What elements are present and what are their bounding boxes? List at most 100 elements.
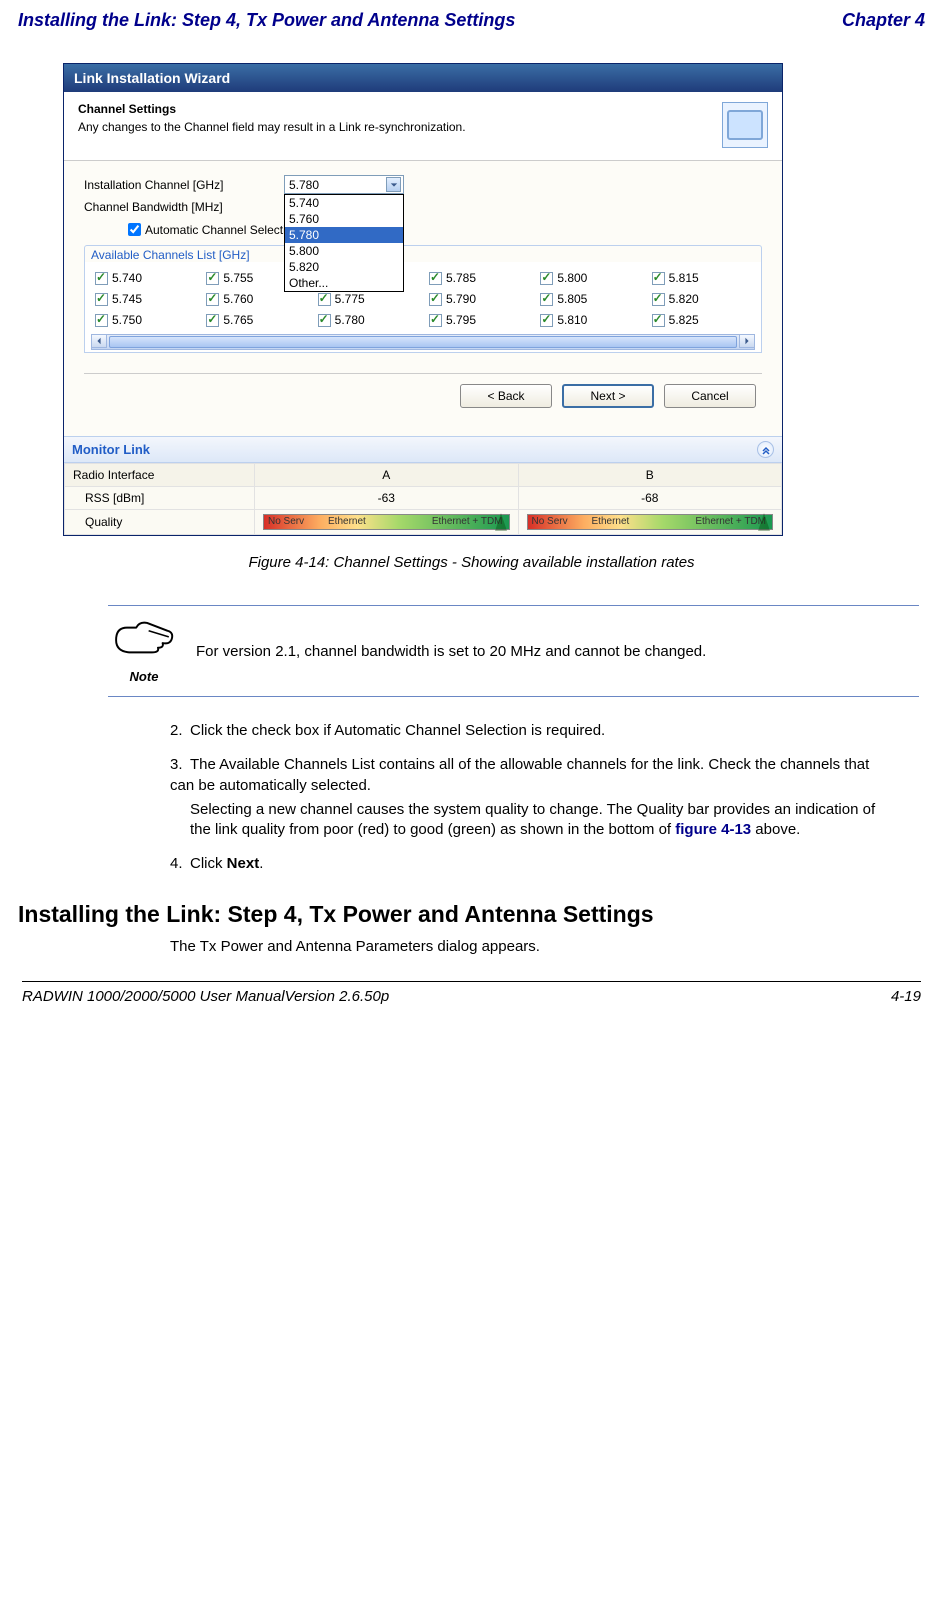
dropdown-option[interactable]: 5.760 [285,211,403,227]
channel-checkbox-input[interactable] [95,314,108,327]
channel-checkbox[interactable]: 5.795 [425,310,532,330]
mon-hd-2: B [518,464,782,487]
quality-indicator-icon [758,513,770,531]
channel-value: 5.795 [446,313,476,327]
channel-value: 5.775 [335,292,365,306]
cancel-button[interactable]: Cancel [664,384,756,408]
channel-checkbox-input[interactable] [429,293,442,306]
dropdown-option[interactable]: 5.780 [285,227,403,243]
figure-reference[interactable]: figure 4-13 [675,821,751,838]
dropdown-option[interactable]: 5.800 [285,243,403,259]
channel-checkbox-input[interactable] [318,293,331,306]
channel-value: 5.800 [557,271,587,285]
channel-checkbox[interactable]: 5.790 [425,289,532,309]
qbar-lbl: No Serv [268,516,304,527]
channels-scrollbar[interactable] [91,334,755,350]
label-install-channel: Installation Channel [GHz] [84,178,284,192]
scroll-right-icon[interactable] [739,334,755,348]
channel-checkbox[interactable]: 5.765 [202,310,309,330]
window-titlebar: Link Installation Wizard [64,64,782,92]
channel-checkbox[interactable]: 5.805 [536,289,643,309]
pointing-hand-icon: Note [108,618,180,684]
channel-value: 5.760 [223,292,253,306]
channel-checkbox-input[interactable] [652,314,665,327]
section-heading: Installing the Link: Step 4, Tx Power an… [18,901,925,928]
available-channels-group: 5.7405.7555.7705.7855.8005.8155.7455.760… [84,262,762,353]
channel-checkbox[interactable]: 5.800 [536,268,643,288]
channel-checkbox[interactable]: 5.750 [91,310,198,330]
dropdown-option[interactable]: 5.740 [285,195,403,211]
step-4-pre: Click [190,855,227,872]
channel-checkbox-input[interactable] [652,293,665,306]
dropdown-option[interactable]: Other... [285,275,403,291]
channel-checkbox[interactable]: 5.815 [648,268,755,288]
collapse-icon[interactable] [757,441,774,458]
channel-checkbox-input[interactable] [95,293,108,306]
banner-subtitle: Any changes to the Channel field may res… [78,120,466,134]
channel-checkbox-input[interactable] [540,293,553,306]
rss-b: -68 [518,487,782,510]
channel-checkbox[interactable]: 5.740 [91,268,198,288]
channel-checkbox[interactable]: 5.785 [425,268,532,288]
label-bandwidth: Channel Bandwidth [MHz] [84,200,284,214]
qbar-lbl: No Serv [532,516,568,527]
available-channels-label: Available Channels List [GHz] [84,245,762,262]
channel-value: 5.815 [669,271,699,285]
next-button[interactable]: Next > [562,384,654,408]
step-4: 4.Click Next. [170,854,895,874]
step-3: 3.The Available Channels List contains a… [170,755,895,840]
mon-hd-1: A [255,464,519,487]
channel-value: 5.765 [223,313,253,327]
channel-value: 5.825 [669,313,699,327]
install-channel-value: 5.780 [289,178,319,192]
channel-checkbox[interactable]: 5.810 [536,310,643,330]
channel-checkbox[interactable]: 5.825 [648,310,755,330]
channel-checkbox[interactable]: 5.775 [314,289,421,309]
step-2-text: Click the check box if Automatic Channel… [190,722,605,739]
channel-checkbox-input[interactable] [95,272,108,285]
monitor-link-header[interactable]: Monitor Link [64,436,782,463]
quality-bar-b: No Serv Ethernet Ethernet + TDM [527,514,774,530]
note-text: For version 2.1, channel bandwidth is se… [196,643,706,660]
chevron-down-icon[interactable] [386,177,401,192]
channel-checkbox-input[interactable] [652,272,665,285]
install-channel-combo[interactable]: 5.780 [284,175,404,194]
channel-checkbox-input[interactable] [206,314,219,327]
channel-checkbox[interactable]: 5.745 [91,289,198,309]
channel-value: 5.820 [669,292,699,306]
note-label: Note [108,669,180,684]
monitor-icon [722,102,768,148]
channel-checkbox[interactable]: 5.780 [314,310,421,330]
channel-value: 5.755 [223,271,253,285]
channel-checkbox[interactable]: 5.820 [648,289,755,309]
step-4-bold: Next [227,855,260,872]
channel-checkbox-input[interactable] [429,314,442,327]
auto-channel-checkbox[interactable] [128,223,141,236]
channel-checkbox-input[interactable] [540,272,553,285]
step-3-text: The Available Channels List contains all… [170,756,869,793]
channel-checkbox[interactable]: 5.760 [202,289,309,309]
install-channel-dropdown[interactable]: 5.7405.7605.7805.8005.820Other... [284,194,404,292]
quality-b: No Serv Ethernet Ethernet + TDM [518,510,782,535]
header-right: Chapter 4 [842,10,925,31]
channel-checkbox-input[interactable] [206,293,219,306]
qbar-lbl: Ethernet [592,516,630,527]
wizard-window: Link Installation Wizard Channel Setting… [63,63,783,536]
scroll-thumb[interactable] [109,336,737,348]
embedded-screenshot: Link Installation Wizard Channel Setting… [63,63,783,536]
channel-checkbox-input[interactable] [318,314,331,327]
step-3b-post: above. [751,821,800,838]
channel-checkbox-input[interactable] [429,272,442,285]
footer-left: RADWIN 1000/2000/5000 User ManualVersion… [22,988,389,1005]
scroll-left-icon[interactable] [91,334,107,348]
back-button[interactable]: < Back [460,384,552,408]
monitor-link-title: Monitor Link [72,442,150,457]
banner-title: Channel Settings [78,102,466,116]
channel-value: 5.750 [112,313,142,327]
channel-checkbox-input[interactable] [540,314,553,327]
channel-checkbox-input[interactable] [206,272,219,285]
footer-rule [22,981,921,982]
wizard-banner: Channel Settings Any changes to the Chan… [64,92,782,161]
qbar-lbl: Ethernet [328,516,366,527]
dropdown-option[interactable]: 5.820 [285,259,403,275]
